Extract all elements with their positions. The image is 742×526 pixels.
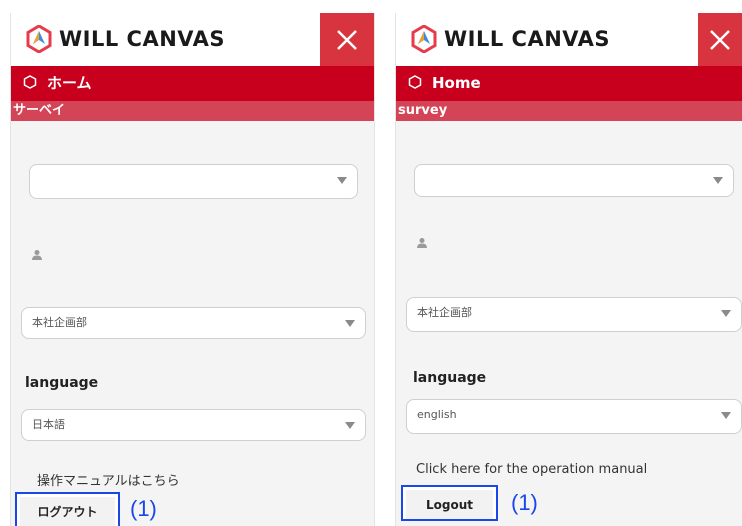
nav-home-label: Home	[432, 74, 481, 92]
will-canvas-logo-icon	[26, 25, 52, 53]
manual-link[interactable]: 操作マニュアルはこちら	[37, 470, 180, 489]
department-select[interactable]: 本社企画部	[406, 297, 742, 332]
will-canvas-logo-icon	[411, 25, 437, 53]
language-value: 日本語	[32, 418, 65, 431]
menu-panel-japanese: WILL CANVAS ホーム サーベイ 本社企画部 language 日本語 …	[10, 13, 375, 526]
language-label: language	[25, 375, 99, 391]
survey-select[interactable]	[29, 164, 358, 199]
header: WILL CANVAS	[396, 13, 742, 66]
language-value: english	[417, 408, 457, 421]
language-select[interactable]: 日本語	[21, 409, 366, 441]
annotation-label: (1)	[130, 496, 157, 521]
manual-link[interactable]: Click here for the operation manual	[416, 462, 647, 477]
hexagon-icon	[23, 75, 37, 89]
nav-survey[interactable]: survey	[396, 101, 742, 121]
user-icon	[32, 250, 42, 260]
logout-button[interactable]: Logout	[406, 490, 493, 519]
nav-home[interactable]: ホーム	[11, 66, 374, 101]
chevron-down-icon	[721, 412, 731, 419]
logout-button[interactable]: ログアウト	[20, 497, 115, 526]
header: WILL CANVAS	[11, 13, 374, 66]
nav-home[interactable]: Home	[396, 66, 742, 101]
language-label: language	[413, 370, 487, 386]
chevron-down-icon	[345, 320, 355, 327]
close-icon	[710, 29, 730, 50]
logout-highlight: Logout	[401, 485, 498, 521]
chevron-down-icon	[713, 177, 723, 184]
chevron-down-icon	[345, 422, 355, 429]
close-icon	[337, 29, 357, 50]
close-button[interactable]	[698, 13, 742, 66]
department-value: 本社企画部	[417, 306, 472, 319]
menu-panel-english: WILL CANVAS Home survey 本社企画部 language e…	[395, 13, 742, 526]
annotation-label: (1)	[511, 490, 538, 515]
department-select[interactable]: 本社企画部	[21, 307, 366, 339]
survey-select[interactable]	[414, 164, 734, 197]
hexagon-icon	[408, 75, 422, 89]
logout-highlight: ログアウト	[15, 492, 120, 526]
department-value: 本社企画部	[32, 316, 87, 329]
nav-survey[interactable]: サーベイ	[11, 101, 374, 121]
chevron-down-icon	[721, 310, 731, 317]
nav-home-label: ホーム	[47, 74, 92, 92]
chevron-down-icon	[337, 177, 347, 184]
brand-name: WILL CANVAS	[444, 27, 610, 51]
language-select[interactable]: english	[406, 399, 742, 434]
brand-name: WILL CANVAS	[59, 27, 225, 51]
close-button[interactable]	[320, 13, 374, 66]
user-icon	[417, 238, 427, 248]
